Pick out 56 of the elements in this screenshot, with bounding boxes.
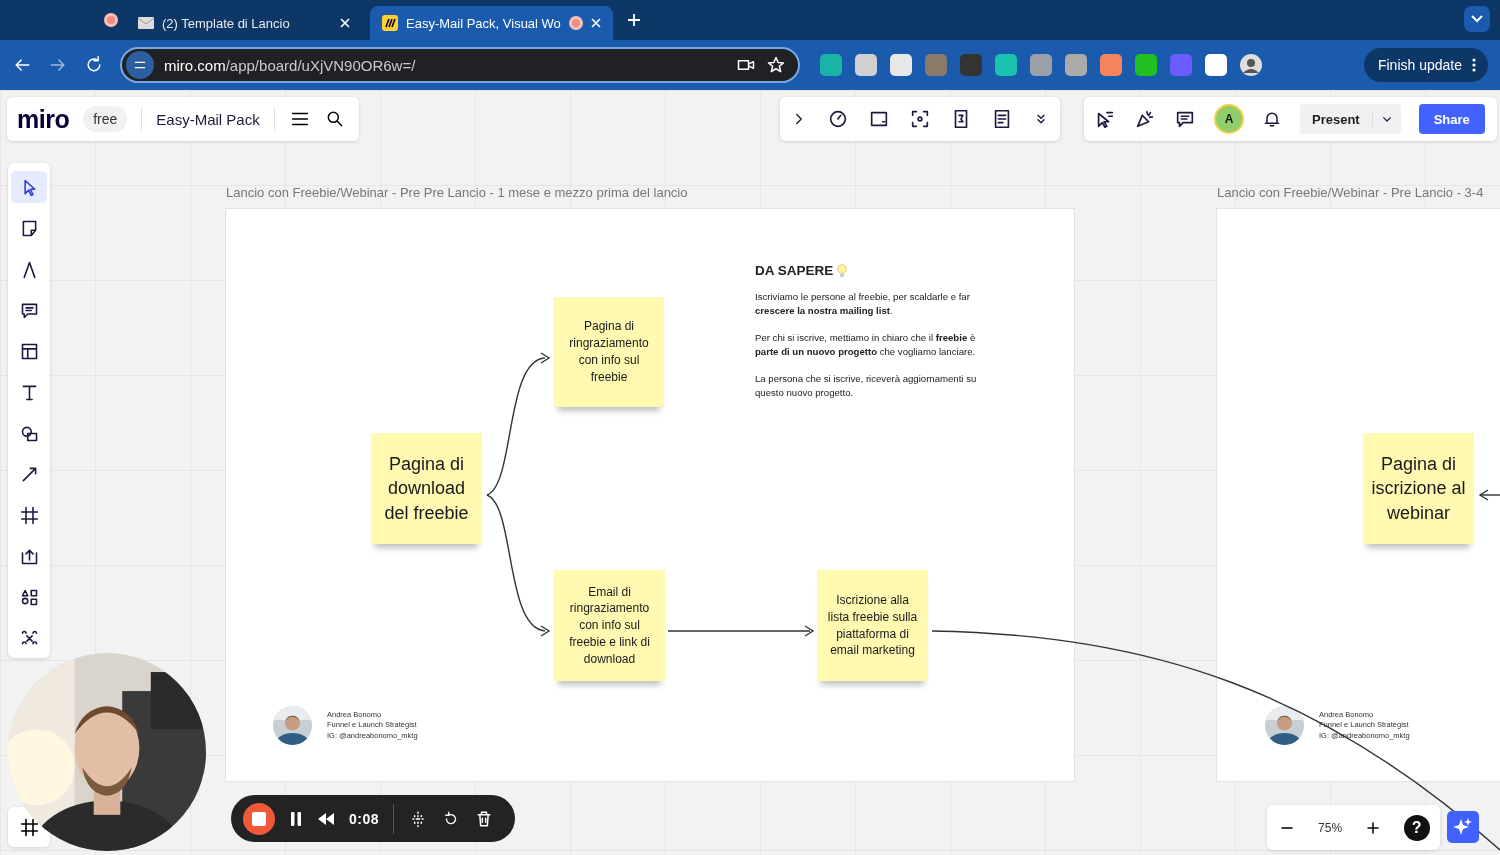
recording-icon xyxy=(104,13,118,27)
rewind-button[interactable] xyxy=(317,811,335,826)
recording-time: 0:08 xyxy=(349,810,380,827)
sticky-note: Email di ringraziamento con info sul freebie e link di download xyxy=(554,570,665,681)
pause-button[interactable] xyxy=(289,810,303,827)
sticky-note: Pagina di download del freebie xyxy=(371,433,482,544)
star-icon[interactable] xyxy=(766,55,786,75)
address-bar[interactable]: miro.com/app/board/uXjVN90OR6w=/ xyxy=(120,47,800,83)
extension-icon[interactable] xyxy=(1135,54,1157,76)
extension-icon[interactable] xyxy=(1205,54,1227,76)
extension-icon[interactable] xyxy=(1065,54,1087,76)
board-name[interactable]: Easy-Mail Pack xyxy=(156,110,260,128)
miro-logo[interactable]: miro xyxy=(17,104,70,134)
extension-icon[interactable] xyxy=(890,54,912,76)
info-paragraph: Per chi si iscrive, mettiamo in chiaro che il freebie è parte di un nuovo progetto che vogliamo lanciare. xyxy=(755,330,977,359)
share-button[interactable]: Share xyxy=(1418,104,1485,134)
browser-tab[interactable]: (2) Template di Lancio xyxy=(126,6,362,40)
app-logo-icon xyxy=(382,15,398,31)
plus-icon xyxy=(626,12,641,27)
extension-icon[interactable] xyxy=(855,54,877,76)
avatar-icon[interactable] xyxy=(1240,54,1262,76)
more-icon xyxy=(1472,58,1476,72)
tab-search-button[interactable] xyxy=(1464,6,1490,32)
help-button[interactable]: ? xyxy=(1403,814,1430,841)
recording-icon xyxy=(568,16,583,30)
connector-arrow xyxy=(1478,489,1500,501)
info-heading: DA SAPERE xyxy=(755,263,834,278)
frame-title: Lancio con Freebie/Webinar - Pre Lancio - 3-4 xyxy=(1217,185,1484,200)
info-paragraph: Iscriviamo le persone al freebie, per scaldarle e far crescere la nostra mailing list. xyxy=(755,290,971,318)
chevron-down-icon xyxy=(1471,15,1483,23)
tool-button[interactable] xyxy=(11,171,47,203)
browser-tab[interactable]: Easy-Mail Pack, Visual Wo xyxy=(370,6,613,40)
sparkle-icon xyxy=(1453,817,1473,837)
stop-recording-button[interactable] xyxy=(243,802,275,835)
user-avatar[interactable]: A xyxy=(1214,104,1244,134)
extension-icon[interactable] xyxy=(1100,54,1122,76)
party-popper-icon[interactable] xyxy=(1134,108,1156,130)
timer-icon[interactable] xyxy=(827,108,849,130)
frame-icon[interactable] xyxy=(18,504,40,526)
mail-icon xyxy=(138,17,154,29)
lightbulb-icon xyxy=(837,263,848,278)
focus-icon[interactable] xyxy=(909,108,931,130)
bell-icon[interactable] xyxy=(1262,109,1282,129)
sticky-note: Pagina di ringraziamento con info sul freebie xyxy=(554,297,664,407)
close-icon[interactable] xyxy=(590,18,601,28)
sticky-note: Pagina di iscrizione al webinar xyxy=(1363,433,1474,544)
zoom-level[interactable]: 75% xyxy=(1318,820,1343,835)
frame-title: Lancio con Freebie/Webinar - Pre Pre Lancio - 1 mese e mezzo prima del lancio xyxy=(226,185,688,200)
info-paragraph: La persona che si iscrive, riceverà aggiornamenti su questo nuovo progetto. xyxy=(755,371,978,400)
frames-icon[interactable] xyxy=(18,816,40,838)
extension-icon[interactable] xyxy=(995,54,1017,76)
close-icon[interactable] xyxy=(340,18,350,28)
sticky-note: Iscrizione alla lista freebie sulla piattaforma di email marketing xyxy=(817,570,928,681)
plan-badge[interactable]: free xyxy=(83,106,128,132)
ai-button[interactable] xyxy=(1447,811,1479,843)
finish-update-button[interactable]: Finish update xyxy=(1363,48,1488,82)
